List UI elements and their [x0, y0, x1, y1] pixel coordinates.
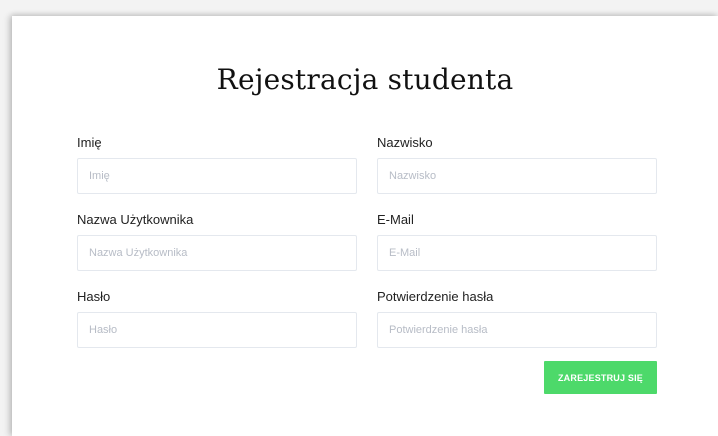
password-input[interactable] [77, 312, 357, 348]
password-confirm-label: Potwierdzenie hasła [377, 289, 494, 304]
page-title: Rejestracja studenta [216, 63, 514, 96]
username-input[interactable] [77, 235, 357, 271]
username-label: Nazwa Użytkownika [77, 212, 194, 227]
email-input[interactable] [377, 235, 657, 271]
password-label: Hasło [77, 289, 111, 304]
last-name-label: Nazwisko [377, 135, 433, 150]
registration-card: Rejestracja studenta Imię Nazwisko Nazwa… [12, 16, 718, 436]
register-button[interactable]: ZAREJESTRUJ SIĘ [544, 361, 657, 394]
first-name-input[interactable] [77, 158, 357, 194]
first-name-label: Imię [77, 135, 102, 150]
email-label: E-Mail [377, 212, 414, 227]
password-confirm-input[interactable] [377, 312, 657, 348]
last-name-input[interactable] [377, 158, 657, 194]
